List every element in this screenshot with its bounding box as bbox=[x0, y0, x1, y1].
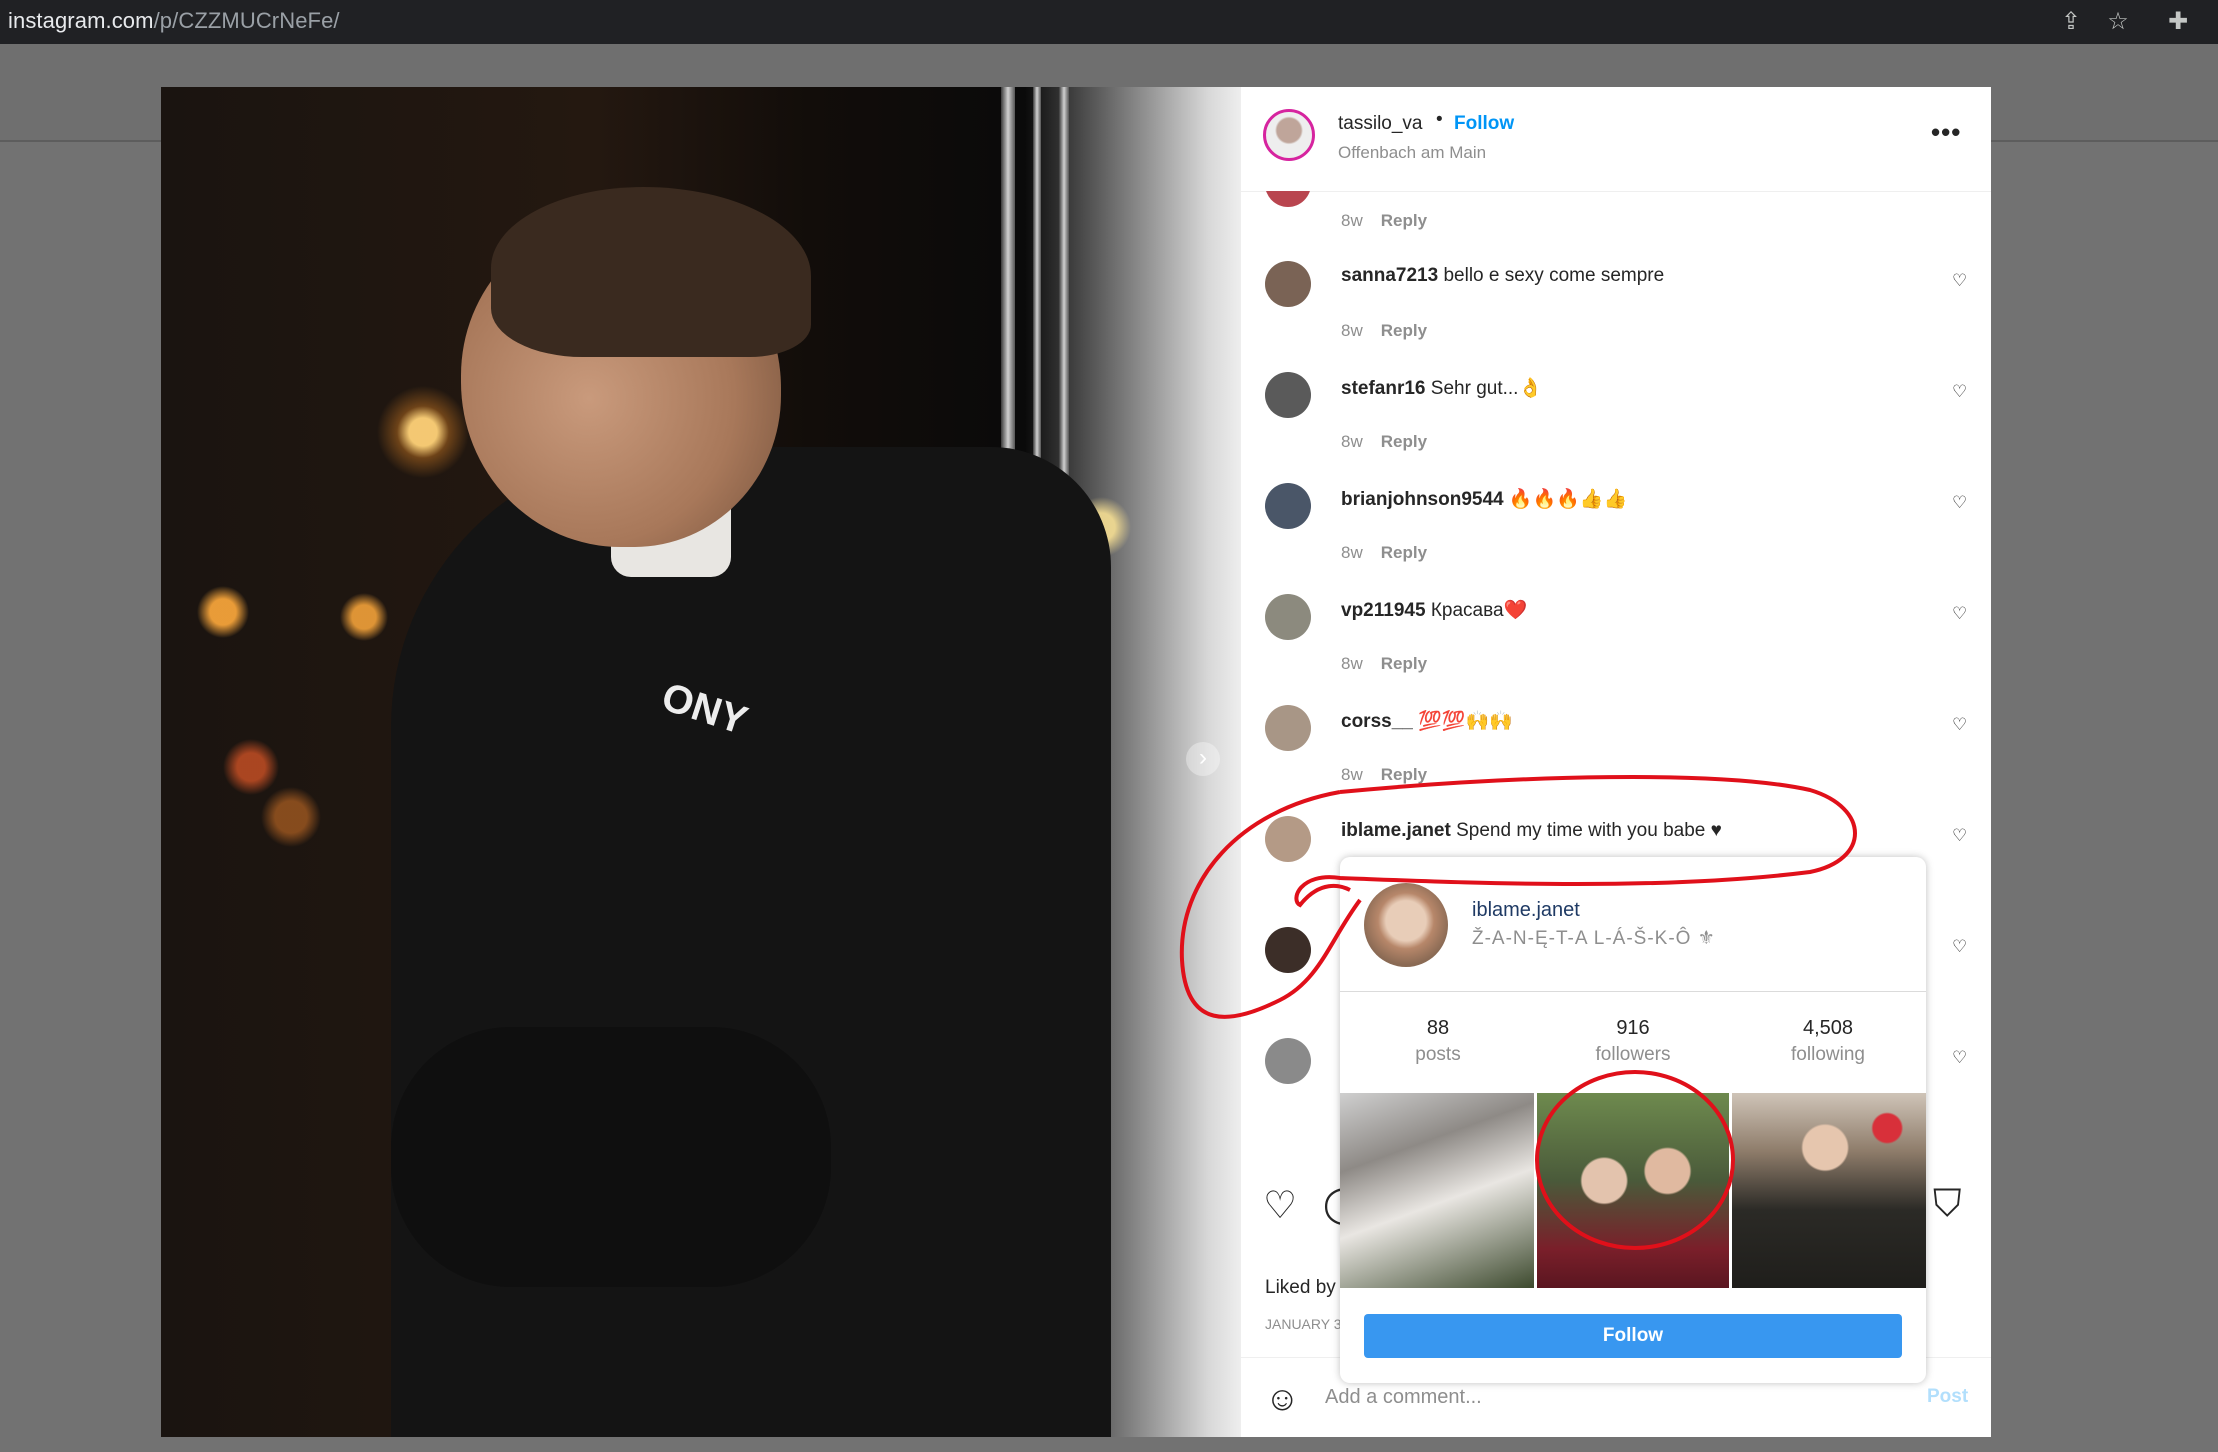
annotation-loop-left bbox=[1179, 790, 1362, 1019]
red-annotation-marks bbox=[1179, 775, 1857, 1250]
annotation-circle-photo bbox=[1535, 1070, 1735, 1250]
annotation-circle-comment bbox=[1294, 775, 1857, 908]
